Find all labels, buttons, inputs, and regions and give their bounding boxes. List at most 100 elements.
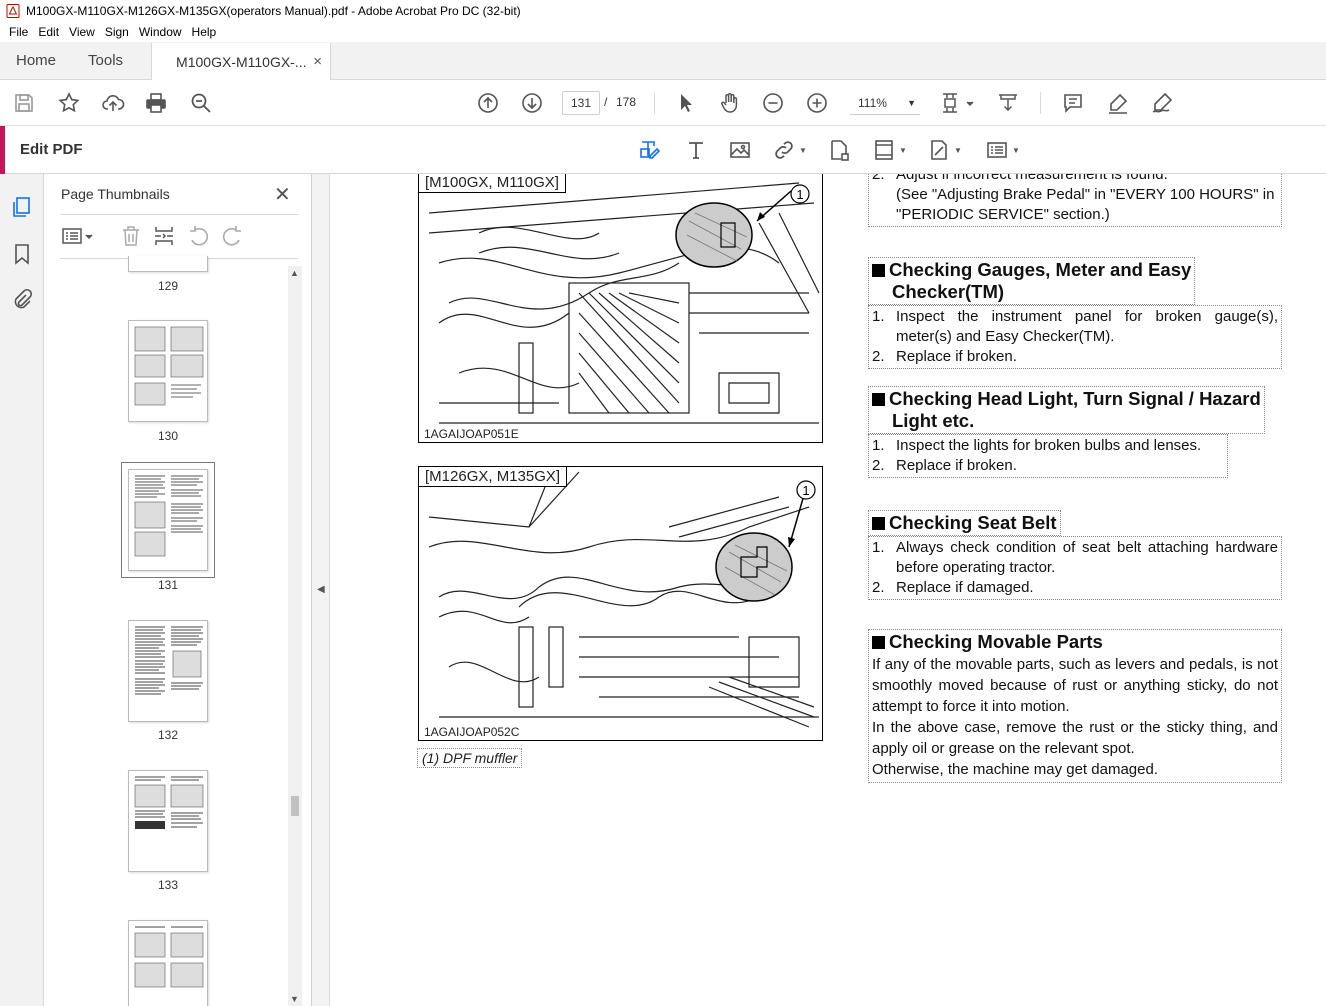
more-options-icon[interactable]: ▼	[985, 138, 1020, 162]
zoom-in-icon[interactable]	[805, 91, 829, 115]
tab-tools[interactable]: Tools	[72, 42, 139, 79]
thumbnail-preview	[134, 776, 204, 829]
attachments-icon[interactable]	[11, 288, 33, 310]
menu-file[interactable]: File	[4, 25, 33, 39]
page-separator: /	[604, 95, 608, 109]
page-thumbnail[interactable]	[128, 770, 208, 872]
edit-pdf-label: Edit PDF	[20, 141, 83, 158]
scroll-mode-icon[interactable]	[996, 91, 1020, 115]
heading-bullet	[872, 636, 885, 649]
menu-help[interactable]: Help	[187, 25, 222, 39]
section-steps: 1. Inspect the lights for broken bulbs an…	[868, 434, 1228, 478]
page-thumbnail[interactable]	[128, 920, 208, 1006]
bookmarks-icon[interactable]	[11, 243, 33, 265]
list-item: (See "Adjusting Brake Pedal" in "EVERY 1…	[896, 186, 1275, 223]
scrollbar-thumb[interactable]	[291, 796, 299, 816]
panel-divider	[60, 214, 298, 215]
paragraph: In the above case, remove the rust or th…	[872, 719, 1278, 757]
chevron-down-icon: ▼	[954, 145, 962, 155]
thumbnail-page-number: 130	[157, 429, 179, 443]
header-footer-icon[interactable]: ▼	[872, 138, 907, 162]
select-cursor-icon[interactable]	[674, 91, 698, 115]
page-thumbnail-selected[interactable]	[121, 462, 215, 578]
zoom-level-dropdown[interactable]: 111% ▼	[850, 91, 920, 115]
tab-home[interactable]: Home	[0, 42, 72, 79]
thumbnail-options-icon[interactable]	[60, 224, 96, 248]
toolbar-divider	[654, 92, 655, 114]
hand-tool-icon[interactable]	[718, 91, 742, 115]
panel-scrollbar[interactable]: ▲ ▼	[288, 266, 302, 1006]
thumbnail-preview	[135, 626, 203, 695]
sign-pen-icon[interactable]	[1150, 91, 1174, 115]
comment-icon[interactable]	[1061, 91, 1085, 115]
navigation-rail	[0, 174, 44, 1006]
close-tab-icon[interactable]: ×	[313, 53, 322, 70]
page-total: 178	[616, 95, 637, 109]
figure-engine-m126gx: [M126GX, M135GX] 1 1AGAIJOAP052C	[418, 466, 823, 741]
tab-document[interactable]: M100GX-M110GX-... ×	[151, 43, 332, 80]
chevron-down-icon: ▼	[1012, 145, 1020, 155]
menu-edit[interactable]: Edit	[33, 25, 64, 39]
bookmark-star-icon[interactable]	[57, 91, 81, 115]
section-heading: Checking Seat Belt	[868, 510, 1061, 536]
thumbnail-preview	[134, 326, 204, 406]
heading-bullet	[872, 264, 885, 277]
page-thumbnail[interactable]	[128, 320, 208, 422]
figure-label: [M126GX, M135GX]	[419, 467, 568, 487]
save-icon[interactable]	[12, 91, 36, 115]
insert-page-icon[interactable]	[152, 224, 176, 248]
page-fit-icon[interactable]	[940, 91, 976, 115]
scroll-up-icon[interactable]: ▲	[290, 268, 299, 278]
menu-view[interactable]: View	[64, 25, 100, 39]
next-page-icon[interactable]	[520, 91, 544, 115]
page-thumbnail[interactable]	[128, 620, 208, 722]
panel-collapse-strip[interactable]: ◀	[312, 174, 330, 1006]
edit-pdf-bar: Edit PDF ▼ ▼ ▼ ▼	[0, 126, 1326, 174]
previous-page-icon[interactable]	[476, 91, 500, 115]
add-image-icon[interactable]	[728, 138, 752, 162]
rotate-clockwise-icon[interactable]	[220, 224, 244, 248]
callout-number: 1	[796, 187, 803, 202]
acrobat-pdf-icon	[6, 4, 20, 18]
tab-document-label: M100GX-M110GX-...	[176, 53, 307, 70]
delete-page-icon[interactable]	[119, 224, 143, 248]
page-thumbnails-icon[interactable]	[11, 196, 33, 218]
scroll-down-icon[interactable]: ▼	[290, 994, 299, 1004]
heading-bullet	[872, 517, 885, 530]
panel-title: Page Thumbnails	[61, 186, 170, 202]
menu-window[interactable]: Window	[134, 25, 187, 39]
chevron-down-icon: ▼	[907, 98, 916, 108]
chevron-down-icon: ▼	[799, 145, 807, 155]
figure-engine-m100gx: [M100GX, M110GX] 1 1AGAIJOAP051E	[418, 174, 823, 443]
crop-pages-icon[interactable]	[827, 138, 851, 162]
list-item: 2. Adjust if incorrect measurement is fou…	[872, 174, 1168, 183]
watermark-icon[interactable]: ▼	[927, 138, 962, 162]
section-checking-movable-parts: Checking Movable Parts If any of the mov…	[868, 629, 1282, 783]
edit-bar-accent	[0, 126, 5, 174]
tab-bar: Home Tools M100GX-M110GX-... ×	[0, 42, 1326, 80]
menu-sign[interactable]: Sign	[100, 25, 134, 39]
link-icon[interactable]: ▼	[772, 138, 807, 162]
highlight-pen-icon[interactable]	[1106, 91, 1130, 115]
page-number-input[interactable]: 131	[562, 91, 600, 115]
upload-cloud-icon[interactable]	[101, 91, 125, 115]
close-panel-icon[interactable]: ✕	[274, 182, 291, 207]
edit-text-image-icon[interactable]	[638, 138, 662, 162]
document-view: [M100GX, M110GX] 1 1AGAIJOAP051E [M126GX…	[330, 174, 1326, 1006]
list-item: 2. Replace if broken.	[872, 348, 1017, 365]
zoom-out-icon[interactable]	[761, 91, 785, 115]
collapse-panel-icon[interactable]: ◀	[317, 584, 325, 595]
zoom-search-icon[interactable]	[189, 91, 213, 115]
paragraph: Otherwise, the machine may get damaged.	[872, 761, 1158, 778]
paragraph: If any of the movable parts, such as lev…	[872, 656, 1278, 715]
section-checking-seat-belt: Checking Seat Belt 1. Always check condit…	[868, 510, 1282, 600]
print-icon[interactable]	[144, 91, 168, 115]
list-item: 2. Replace if broken.	[872, 457, 1017, 474]
rotate-counterclockwise-icon[interactable]	[187, 224, 211, 248]
figure-label: [M100GX, M110GX]	[419, 174, 566, 193]
window-title: M100GX-M110GX-M126GX-M135GX(operators Ma…	[26, 4, 521, 18]
add-text-icon[interactable]	[684, 138, 708, 162]
thumbnail-page-number: 133	[157, 878, 179, 892]
page-thumbnail[interactable]	[128, 256, 208, 272]
list-item: 2. Replace if damaged.	[872, 579, 1034, 596]
